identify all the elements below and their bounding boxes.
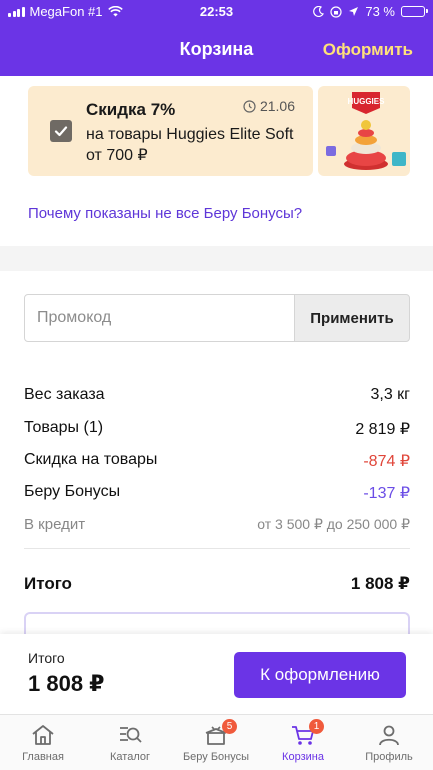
tab-label: Беру Бонусы: [182, 751, 250, 763]
credit-value: от 3 500 ₽ до 250 000 ₽: [257, 516, 410, 532]
total-value: 1 808 ₽: [350, 574, 410, 593]
promo-date: 21.06: [259, 98, 295, 114]
summary-label: Беру Бонусы: [24, 483, 121, 500]
summary-label: Товары (1): [24, 419, 104, 436]
header: MegaFon #1 22:53 73 % Корзина Оформить: [0, 0, 433, 76]
tab-profile[interactable]: Профиль: [346, 721, 432, 763]
discount-value: -874 ₽: [363, 453, 410, 470]
promo-title: Скидка 7%: [86, 100, 176, 119]
summary-label: Скидка на товары: [24, 451, 158, 468]
section-divider: [0, 246, 433, 271]
tab-label: Корзина: [282, 751, 324, 763]
location-arrow-icon: [349, 7, 359, 16]
promo-checkbox[interactable]: [50, 120, 72, 142]
brand-logo-text: HUGGIES: [348, 97, 386, 106]
tab-bonuses[interactable]: 5 Беру Бонусы: [173, 719, 259, 763]
moon-icon: [313, 6, 325, 17]
stacking-toy-image: HUGGIES: [326, 92, 406, 170]
tab-label: Профиль: [365, 751, 413, 763]
bonus-value: -137 ₽: [363, 485, 410, 502]
checkout-link[interactable]: Оформить: [323, 40, 413, 60]
battery-icon: [401, 6, 428, 17]
promo-coupon-card[interactable]: Скидка 7% 21.06 на товары Huggies Elite …: [28, 86, 313, 176]
proceed-checkout-button[interactable]: К оформлению: [234, 652, 406, 698]
profile-icon: [379, 725, 399, 746]
battery-percent: 73 %: [365, 4, 395, 19]
tab-cart[interactable]: 1 Корзина: [260, 719, 346, 763]
home-icon: [32, 725, 54, 745]
checkout-total-sum: 1 808 ₽: [28, 671, 105, 696]
summary-divider: [24, 548, 410, 549]
summary-label: В кредит: [24, 516, 86, 533]
bonus-badge: 5: [222, 719, 237, 734]
checkmark-icon: [54, 126, 68, 137]
tab-home[interactable]: Главная: [0, 721, 86, 763]
promo-code-input[interactable]: [24, 294, 295, 342]
catalog-search-icon: [120, 727, 142, 743]
orientation-lock-icon: [330, 5, 342, 18]
promo-product-image: HUGGIES: [318, 86, 410, 176]
tab-label: Каталог: [110, 751, 150, 763]
summary-value: 2 819 ₽: [355, 421, 410, 438]
clock-icon: [243, 99, 256, 113]
summary-label: Вес заказа: [24, 386, 105, 403]
checkout-bar: Итого 1 808 ₽ К оформлению: [0, 634, 433, 714]
cart-badge: 1: [309, 719, 324, 734]
tab-label: Главная: [22, 751, 64, 763]
apply-promo-button[interactable]: Применить: [294, 294, 410, 342]
tab-bar: Главная Каталог 5 Беру Бонусы 1 Корзина …: [0, 714, 433, 770]
promo-description: на товары Huggies Elite Soft от 700 ₽: [86, 126, 294, 164]
summary-value: 3,3 кг: [370, 386, 410, 403]
tab-catalog[interactable]: Каталог: [87, 721, 173, 763]
status-bar: MegaFon #1 22:53 73 %: [0, 0, 433, 24]
summary-total: Итого 1 808 ₽: [24, 574, 410, 594]
checkout-total-label: Итого: [28, 650, 65, 666]
bonus-info-link[interactable]: Почему показаны не все Беру Бонусы?: [28, 205, 302, 222]
promo-expiry: 21.06: [243, 98, 295, 114]
nav-bar: Корзина Оформить: [0, 28, 433, 72]
total-label: Итого: [24, 574, 72, 593]
